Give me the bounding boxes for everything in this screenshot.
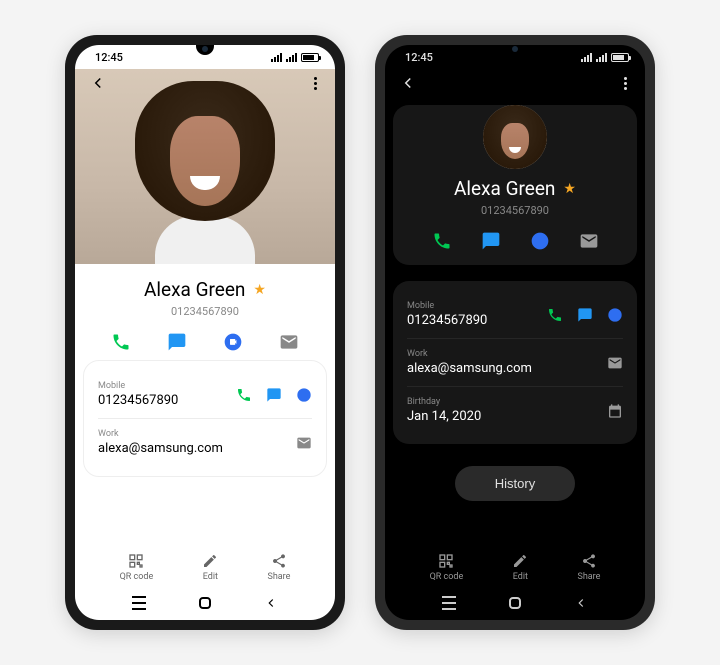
contact-phone: 01234567890 bbox=[83, 305, 327, 318]
favorite-star-icon[interactable]: ★ bbox=[253, 282, 266, 298]
edit-button[interactable]: Edit bbox=[512, 553, 528, 582]
back-icon[interactable] bbox=[399, 74, 417, 92]
history-button[interactable]: History bbox=[455, 466, 575, 501]
birthday-label: Birthday bbox=[407, 397, 481, 407]
nav-back-icon[interactable] bbox=[264, 596, 278, 610]
more-icon[interactable] bbox=[310, 73, 321, 94]
contact-header-card: Alexa Green ★ 01234567890 bbox=[393, 105, 637, 265]
battery-icon bbox=[301, 53, 319, 62]
video-call-icon[interactable] bbox=[223, 332, 243, 352]
qr-code-button[interactable]: QR code bbox=[120, 553, 154, 582]
share-button[interactable]: Share bbox=[267, 553, 290, 582]
call-icon[interactable] bbox=[236, 387, 252, 403]
signal-icon bbox=[286, 53, 297, 62]
call-icon[interactable] bbox=[547, 307, 563, 323]
edit-button[interactable]: Edit bbox=[202, 553, 218, 582]
mobile-row[interactable]: Mobile 01234567890 bbox=[98, 375, 312, 414]
phone-light: 12:45 Alexa Green bbox=[65, 35, 345, 630]
message-icon[interactable] bbox=[481, 231, 501, 251]
phone-dark: 12:45 Alexa Green ★ bbox=[375, 35, 655, 630]
message-icon[interactable] bbox=[577, 307, 593, 323]
calendar-icon[interactable] bbox=[607, 403, 623, 419]
status-time: 12:45 bbox=[95, 51, 123, 64]
nav-home-icon[interactable] bbox=[509, 597, 521, 609]
wifi-icon bbox=[271, 53, 282, 62]
video-call-icon[interactable] bbox=[607, 307, 623, 323]
nav-bar bbox=[75, 586, 335, 620]
qr-code-button[interactable]: QR code bbox=[430, 553, 464, 582]
video-call-icon[interactable] bbox=[530, 231, 550, 251]
mobile-value: 01234567890 bbox=[407, 313, 487, 328]
details-card: Mobile 01234567890 Work alexa@samsung.co… bbox=[83, 360, 327, 477]
mobile-label: Mobile bbox=[98, 381, 178, 391]
bottom-toolbar: QR code Edit Share bbox=[385, 545, 645, 586]
birthday-row[interactable]: Birthday Jan 14, 2020 bbox=[407, 386, 623, 430]
message-icon[interactable] bbox=[167, 332, 187, 352]
more-icon[interactable] bbox=[620, 73, 631, 94]
message-icon[interactable] bbox=[266, 387, 282, 403]
battery-icon bbox=[611, 53, 629, 62]
wifi-icon bbox=[581, 53, 592, 62]
nav-recent-icon[interactable] bbox=[132, 596, 146, 610]
work-value: alexa@samsung.com bbox=[98, 441, 223, 456]
favorite-star-icon[interactable]: ★ bbox=[563, 181, 576, 197]
nav-recent-icon[interactable] bbox=[442, 596, 456, 610]
nav-home-icon[interactable] bbox=[199, 597, 211, 609]
call-icon[interactable] bbox=[432, 231, 452, 251]
contact-name: Alexa Green bbox=[454, 177, 555, 200]
contact-photo bbox=[75, 69, 335, 264]
status-time: 12:45 bbox=[405, 51, 433, 64]
email-icon[interactable] bbox=[579, 231, 599, 251]
back-icon[interactable] bbox=[89, 74, 107, 92]
mobile-value: 01234567890 bbox=[98, 393, 178, 408]
contact-phone: 01234567890 bbox=[407, 204, 623, 217]
email-icon[interactable] bbox=[607, 355, 623, 371]
call-icon[interactable] bbox=[111, 332, 131, 352]
details-card: Mobile 01234567890 Work alexa@samsung.co… bbox=[393, 281, 637, 444]
work-label: Work bbox=[407, 349, 532, 359]
contact-avatar[interactable] bbox=[483, 105, 547, 169]
mobile-label: Mobile bbox=[407, 301, 487, 311]
share-button[interactable]: Share bbox=[577, 553, 600, 582]
email-icon[interactable] bbox=[279, 332, 299, 352]
bottom-toolbar: QR code Edit Share bbox=[75, 545, 335, 586]
work-row[interactable]: Work alexa@samsung.com bbox=[98, 418, 312, 462]
signal-icon bbox=[596, 53, 607, 62]
mobile-row[interactable]: Mobile 01234567890 bbox=[407, 295, 623, 334]
contact-name: Alexa Green bbox=[144, 278, 245, 301]
birthday-value: Jan 14, 2020 bbox=[407, 409, 481, 424]
work-row[interactable]: Work alexa@samsung.com bbox=[407, 338, 623, 382]
work-label: Work bbox=[98, 429, 223, 439]
nav-bar bbox=[385, 586, 645, 620]
video-call-icon[interactable] bbox=[296, 387, 312, 403]
email-icon[interactable] bbox=[296, 435, 312, 451]
nav-back-icon[interactable] bbox=[574, 596, 588, 610]
work-value: alexa@samsung.com bbox=[407, 361, 532, 376]
